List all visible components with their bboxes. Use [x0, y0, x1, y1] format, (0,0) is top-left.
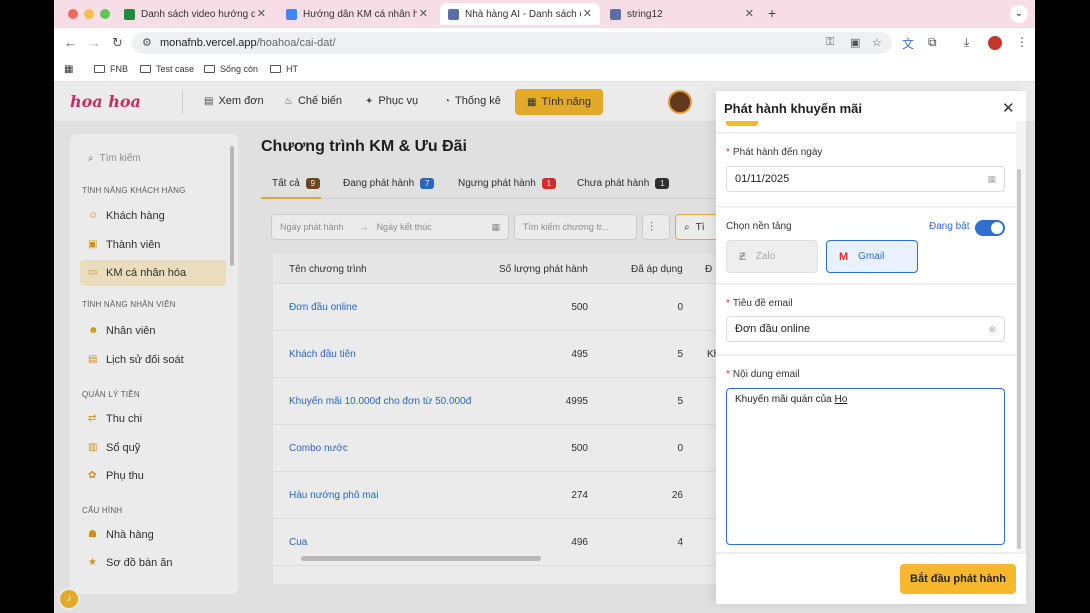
url-host: monafnb.vercel.app: [160, 37, 257, 49]
drawer-body: * Phát hành đến ngày 01/11/2025 ▦ Chọn nền…: [716, 121, 1026, 553]
email-subject-input[interactable]: Đơn đầu online ⊗: [726, 316, 1005, 342]
apps-grid-icon[interactable]: ▦: [64, 64, 73, 75]
browser-tab-1[interactable]: Danh sách video hướng dẫn ✕: [116, 3, 274, 25]
email-subject-label: * Tiêu đề email: [726, 298, 793, 309]
email-body-textarea[interactable]: Khuyến mãi quán của Ho: [726, 388, 1005, 545]
close-tab-icon[interactable]: ✕: [257, 7, 266, 20]
browser-toolbar: ← → ↻ ⚙ monafnb.vercel.app/hoahoa/cai-da…: [54, 28, 1035, 58]
browser-tab-4[interactable]: string12 ✕: [602, 3, 762, 25]
gmail-icon: M: [839, 250, 849, 263]
folder-icon: [270, 65, 281, 73]
gmail-platform-button[interactable]: M Gmail: [826, 240, 918, 273]
app-area: hoa hoa ▤ Xem đơn ♨ Chế biến ✦ Phục vụ ◔ Thố…: [54, 82, 1035, 613]
tab-search-button[interactable]: ⌄: [1010, 5, 1028, 23]
start-release-button[interactable]: Bắt đầu phát hành: [900, 564, 1016, 594]
email-body-section: * Nội dung email Khuyến mãi quán của Ho: [716, 356, 1016, 553]
calendar-icon: ▦: [987, 174, 996, 184]
bookmark-folder-fnb[interactable]: FNB: [94, 64, 128, 74]
new-tab-button[interactable]: +: [768, 5, 776, 21]
forward-button[interactable]: →: [88, 35, 101, 50]
extensions-icon[interactable]: ⧉: [928, 35, 937, 50]
url-path: /hoahoa/cai-dat/: [256, 37, 336, 49]
end-date-label: * Phát hành đến ngày: [726, 147, 823, 158]
back-button[interactable]: ←: [64, 35, 77, 50]
bookmark-folder-ht[interactable]: HT: [270, 64, 298, 74]
bookmark-folder-song-con[interactable]: Sống còn: [204, 64, 258, 74]
close-tab-icon[interactable]: ✕: [745, 7, 754, 20]
password-key-icon[interactable]: ⚿: [826, 36, 834, 49]
browser-tab-3[interactable]: Nhà hàng AI - Danh sách cài ✕: [440, 3, 600, 25]
download-icon[interactable]: ⤓: [964, 35, 969, 50]
app-favicon-icon: [448, 8, 459, 20]
bookmark-folder-test-case[interactable]: Test case: [140, 64, 194, 74]
toggle-status-label: Đang bật: [929, 221, 970, 232]
close-tab-icon[interactable]: ✕: [583, 7, 592, 20]
close-icon[interactable]: ✕: [1002, 99, 1015, 117]
platform-section: Chọn nền tảng Đang bật Ƶ Zalo M Gmail: [716, 208, 1016, 284]
folder-icon: [94, 65, 105, 73]
sheets-icon: [124, 8, 135, 20]
translate-icon[interactable]: 文: [902, 35, 914, 52]
previous-section: [716, 121, 1016, 133]
folder-icon: [140, 65, 151, 73]
email-body-label: * Nội dung email: [726, 369, 800, 380]
minimize-window-button[interactable]: [84, 9, 94, 19]
clear-input-icon[interactable]: ⊗: [988, 324, 996, 335]
install-app-icon[interactable]: ▣: [850, 36, 860, 49]
close-window-button[interactable]: [68, 9, 78, 19]
site-info-icon[interactable]: ⚙: [142, 36, 152, 49]
release-promotion-drawer: Phát hành khuyến mãi ✕ * Phát hành đến ng…: [716, 91, 1026, 604]
profile-avatar[interactable]: [988, 36, 1002, 50]
drawer-scrollbar[interactable]: [1017, 169, 1021, 549]
bookmark-star-icon[interactable]: ☆: [872, 36, 882, 49]
drawer-footer: Bắt đầu phát hành: [716, 553, 1026, 604]
close-tab-icon[interactable]: ✕: [419, 7, 428, 20]
zalo-platform-button[interactable]: Ƶ Zalo: [726, 240, 818, 273]
maximize-window-button[interactable]: [100, 9, 110, 19]
platform-label: Chọn nền tảng: [726, 221, 792, 232]
end-date-picker[interactable]: 01/11/2025 ▦: [726, 166, 1005, 192]
app-favicon-icon: [610, 8, 621, 20]
tab-strip: Danh sách video hướng dẫn ✕ Hướng dẫn KM…: [54, 0, 1035, 28]
end-date-section: * Phát hành đến ngày 01/11/2025 ▦: [716, 134, 1016, 207]
zalo-icon: Ƶ: [739, 250, 746, 263]
reload-button[interactable]: ↻: [112, 35, 123, 51]
bookmarks-bar: ▦ FNB Test case Sống còn HT: [54, 58, 1035, 82]
address-bar[interactable]: ⚙ monafnb.vercel.app/hoahoa/cai-dat/ ⚿ ▣…: [132, 32, 892, 54]
drive-icon: [286, 8, 297, 20]
browser-window: Danh sách video hướng dẫn ✕ Hướng dẫn KM…: [54, 0, 1035, 613]
drawer-title: Phát hành khuyến mãi: [724, 101, 862, 116]
platform-toggle[interactable]: [975, 220, 1005, 236]
browser-menu-icon[interactable]: ⋮: [1016, 35, 1028, 49]
browser-tab-2[interactable]: Hướng dẫn KM cá nhân hoá d ✕: [278, 3, 436, 25]
folder-icon: [204, 65, 215, 73]
collapsed-badge: [726, 121, 758, 126]
email-subject-section: * Tiêu đề email Đơn đầu online ⊗: [716, 285, 1016, 355]
